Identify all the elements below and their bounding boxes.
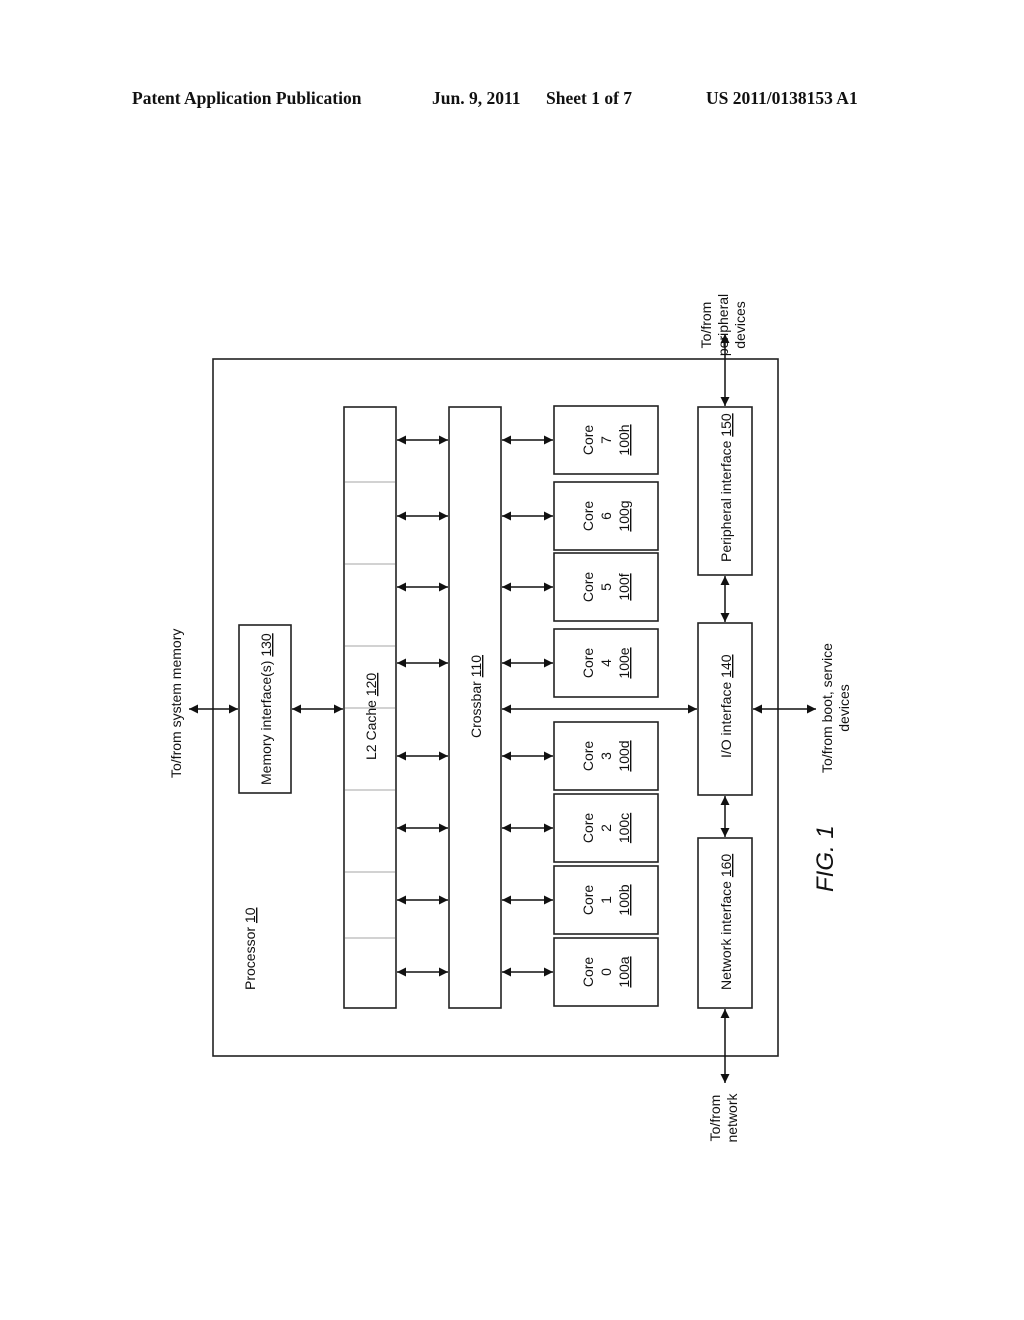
core-0: Core 0 100a bbox=[553, 937, 659, 1007]
svg-text:network: network bbox=[724, 1092, 740, 1142]
svg-text:FIG. 1: FIG. 1 bbox=[812, 825, 839, 892]
core-number: 0 bbox=[598, 968, 614, 976]
svg-text:peripheral: peripheral bbox=[715, 294, 731, 356]
svg-text:Peripheral interface 150: Peripheral interface 150 bbox=[718, 413, 734, 562]
core-2: Core 2 100c bbox=[553, 793, 659, 863]
processor-label: Processor 10 bbox=[242, 907, 258, 990]
core-label: Core bbox=[580, 648, 596, 679]
core-number: 6 bbox=[598, 512, 614, 520]
core-7: Core 7 100h bbox=[553, 405, 659, 475]
svg-text:To/from system memory: To/from system memory bbox=[168, 629, 184, 778]
core-number: 7 bbox=[598, 436, 614, 444]
core-number: 3 bbox=[598, 752, 614, 760]
core-label: Core bbox=[580, 425, 596, 456]
peripheral-devices-label: To/from peripheral devices bbox=[698, 294, 748, 356]
svg-text:Network interface 160: Network interface 160 bbox=[718, 854, 734, 990]
svg-text:devices: devices bbox=[836, 684, 852, 731]
system-memory-label: To/from system memory bbox=[168, 629, 184, 778]
svg-text:L2 Cache 120: L2 Cache 120 bbox=[363, 673, 379, 760]
core-label: Core bbox=[580, 572, 596, 603]
svg-text:To/from: To/from bbox=[698, 302, 714, 349]
core-number: 2 bbox=[598, 824, 614, 832]
boot-service-label: To/from boot, service devices bbox=[819, 643, 852, 773]
core-label: Core bbox=[580, 957, 596, 988]
memory-interface-label: Memory interface(s) 130 bbox=[258, 633, 274, 785]
core-4: Core 4 100e bbox=[553, 628, 659, 698]
core-number: 5 bbox=[598, 583, 614, 591]
core-label: Core bbox=[580, 741, 596, 772]
io-interface-label: I/O interface 140 bbox=[718, 654, 734, 758]
core-number: 1 bbox=[598, 896, 614, 904]
svg-text:devices: devices bbox=[732, 301, 748, 348]
core-ref: 100c bbox=[616, 813, 632, 843]
network-interface-label: Network interface 160 bbox=[718, 854, 734, 990]
core-ref: 100g bbox=[616, 500, 632, 531]
svg-text:Processor 10: Processor 10 bbox=[242, 907, 258, 990]
svg-text:To/from boot, service: To/from boot, service bbox=[819, 643, 835, 773]
network-external-label: To/from network bbox=[707, 1092, 740, 1142]
core-label: Core bbox=[580, 885, 596, 916]
block-diagram: Processor 10 Memory interface(s) 130 To/… bbox=[168, 294, 852, 1143]
core-1: Core 1 100b bbox=[553, 865, 659, 935]
crossbar-label: Crossbar 110 bbox=[468, 655, 484, 738]
core-3: Core 3 100d bbox=[553, 721, 659, 791]
core-label: Core bbox=[580, 501, 596, 532]
core-6: Core 6 100g bbox=[553, 481, 659, 551]
core-5: Core 5 100f bbox=[553, 552, 659, 622]
figure-caption: FIG. 1 bbox=[812, 825, 839, 892]
core-ref: 100a bbox=[616, 956, 632, 987]
core-ref: 100h bbox=[616, 424, 632, 455]
core-ref: 100f bbox=[616, 573, 632, 600]
svg-text:To/from: To/from bbox=[707, 1095, 723, 1142]
core-ref: 100e bbox=[616, 647, 632, 678]
core-ref: 100d bbox=[616, 740, 632, 771]
core-number: 4 bbox=[598, 659, 614, 667]
core-label: Core bbox=[580, 813, 596, 844]
peripheral-interface-label: Peripheral interface 150 bbox=[718, 413, 734, 562]
svg-text:Memory interface(s) 130: Memory interface(s) 130 bbox=[258, 633, 274, 785]
l2-cache-label: L2 Cache 120 bbox=[363, 673, 379, 760]
svg-text:I/O interface 140: I/O interface 140 bbox=[718, 654, 734, 758]
core-ref: 100b bbox=[616, 884, 632, 915]
svg-text:Crossbar 110: Crossbar 110 bbox=[468, 655, 484, 738]
